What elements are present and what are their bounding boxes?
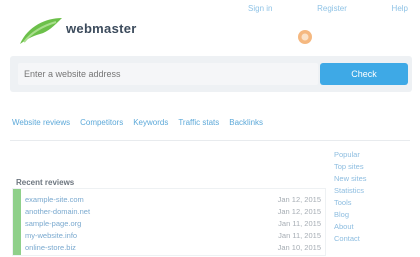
list-item[interactable]: another-domain.net Jan 12, 2015 [25, 207, 321, 219]
list-item-date: Jan 12, 2015 [277, 207, 321, 216]
nav-item-reviews[interactable]: Website reviews [12, 118, 70, 134]
check-button[interactable]: Check [320, 63, 408, 85]
list-item-title[interactable]: sample-page.org [25, 219, 81, 231]
top-link-register[interactable]: Register [317, 4, 347, 18]
nav-item-traffic[interactable]: Traffic stats [178, 118, 219, 134]
list-item[interactable]: example-site.com Jan 12, 2015 [25, 195, 321, 207]
reviews-list: example-site.com Jan 12, 2015 another-do… [12, 188, 326, 256]
top-link-help[interactable]: Help [392, 4, 408, 18]
sidebar-item-new-sites[interactable]: New sites [334, 174, 412, 184]
list-item[interactable]: sample-page.org Jan 11, 2015 [25, 219, 321, 231]
list-item[interactable]: online-store.biz Jan 10, 2015 [25, 243, 321, 255]
list-item-title[interactable]: my-website.info [25, 231, 77, 243]
nav-item-keywords[interactable]: Keywords [133, 118, 168, 134]
nav-item-competitors[interactable]: Competitors [80, 118, 123, 134]
list-item-date: Jan 11, 2015 [278, 219, 321, 228]
nav-item-backlinks[interactable]: Backlinks [229, 118, 263, 134]
top-links: Sign in Register Help [248, 4, 408, 18]
search-bar: Check [10, 56, 412, 92]
badge-icon [298, 30, 312, 44]
sidebar-item-popular[interactable]: Popular [334, 150, 412, 160]
sidebar-item-contact[interactable]: Contact [334, 234, 412, 244]
sidebar-item-about[interactable]: About [334, 222, 412, 232]
site-logo[interactable]: webmaster [18, 12, 188, 52]
sidebar-item-statistics[interactable]: Statistics [334, 186, 412, 196]
section-title: Recent reviews [16, 178, 75, 187]
list-item-title[interactable]: online-store.biz [25, 243, 76, 255]
sidebar-item-top-sites[interactable]: Top sites [334, 162, 412, 172]
list-item[interactable]: my-website.info Jan 11, 2015 [25, 231, 321, 243]
top-link-sign-in[interactable]: Sign in [248, 4, 272, 18]
url-search-input[interactable] [18, 63, 318, 85]
list-item-title[interactable]: another-domain.net [25, 207, 90, 219]
list-accent-bar [13, 189, 21, 255]
sidebar: Popular Top sites New sites Statistics T… [334, 150, 412, 250]
main-nav: Website reviews Competitors Keywords Tra… [12, 118, 382, 134]
list-item-date: Jan 11, 2015 [278, 231, 321, 240]
sidebar-item-blog[interactable]: Blog [334, 210, 412, 220]
logo-text: webmaster [66, 21, 137, 36]
logo-leaf-icon [20, 18, 62, 44]
sidebar-item-tools[interactable]: Tools [334, 198, 412, 208]
list-item-date: Jan 12, 2015 [277, 195, 321, 204]
list-item-date: Jan 10, 2015 [277, 243, 321, 252]
divider [10, 140, 410, 141]
list-item-title[interactable]: example-site.com [25, 195, 84, 207]
